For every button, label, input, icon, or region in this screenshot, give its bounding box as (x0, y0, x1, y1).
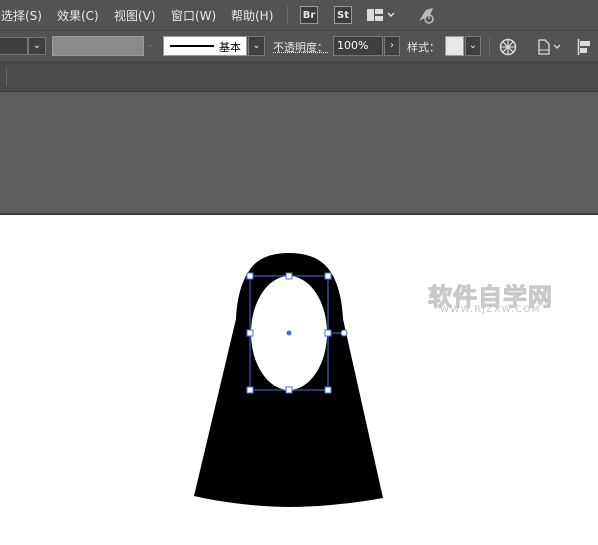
transform-icon[interactable] (538, 39, 562, 58)
fill-dropdown[interactable] (0, 37, 28, 55)
document-tab-bar (0, 62, 598, 92)
opacity-input[interactable]: 100% (333, 36, 383, 56)
opacity-label[interactable]: 不透明度： (273, 39, 328, 55)
artwork-canvas[interactable] (0, 215, 598, 545)
handle-middle-right[interactable] (324, 329, 332, 337)
menu-select[interactable]: 选择(S) (1, 7, 42, 24)
gpu-rocket-icon[interactable] (416, 6, 438, 27)
handle-top-center[interactable] (285, 272, 293, 280)
bridge-button[interactable]: Br (300, 6, 318, 24)
menu-help[interactable]: 帮助(H) (231, 7, 273, 24)
recolor-artwork-icon[interactable] (499, 38, 517, 59)
handle-top-right[interactable] (324, 272, 332, 280)
opacity-arrow-icon[interactable]: › (384, 36, 400, 56)
artboard[interactable] (0, 215, 598, 545)
menu-view[interactable]: 视图(V) (114, 7, 156, 24)
stroke-chevron-icon: ⌄ (146, 39, 155, 50)
watermark-url: WWW.RJZXW.COM (439, 305, 542, 315)
handle-bottom-center[interactable] (285, 386, 293, 394)
graphic-style-chevron-icon[interactable]: ⌄ (465, 36, 481, 56)
handle-bottom-right[interactable] (324, 386, 332, 394)
handle-middle-left[interactable] (246, 329, 254, 337)
stroke-swatch[interactable] (52, 36, 144, 56)
center-point (286, 330, 292, 336)
workspace-layout-icon[interactable] (367, 8, 395, 25)
rotation-handle[interactable] (340, 329, 348, 337)
fill-dropdown-chevron-icon[interactable]: ⌄ (28, 37, 46, 55)
stroke-profile-chevron-icon[interactable]: ⌄ (248, 36, 265, 56)
menu-divider (287, 6, 288, 24)
menu-bar: 选择(S) 效果(C) 视图(V) 窗口(W) 帮助(H) Br St (0, 0, 598, 30)
stroke-line-preview (170, 45, 214, 47)
control-divider (489, 37, 490, 55)
menu-window[interactable]: 窗口(W) (171, 7, 216, 24)
style-label: 样式： (407, 41, 440, 54)
graphic-style-swatch[interactable] (445, 36, 464, 56)
control-bar: ⌄ ⌄ 基本 ⌄ 不透明度： 100% › 样式： ⌄ (0, 30, 598, 62)
menu-effect[interactable]: 效果(C) (57, 7, 99, 24)
handle-bottom-left[interactable] (246, 386, 254, 394)
pasteboard (0, 92, 598, 214)
handle-top-left[interactable] (246, 272, 254, 280)
align-left-icon[interactable] (577, 39, 593, 58)
opacity-value: 100% (337, 39, 369, 52)
stroke-profile-field[interactable]: 基本 (163, 36, 247, 56)
tab-divider (6, 68, 7, 86)
stroke-profile-label: 基本 (219, 41, 241, 54)
stock-button[interactable]: St (334, 6, 352, 24)
